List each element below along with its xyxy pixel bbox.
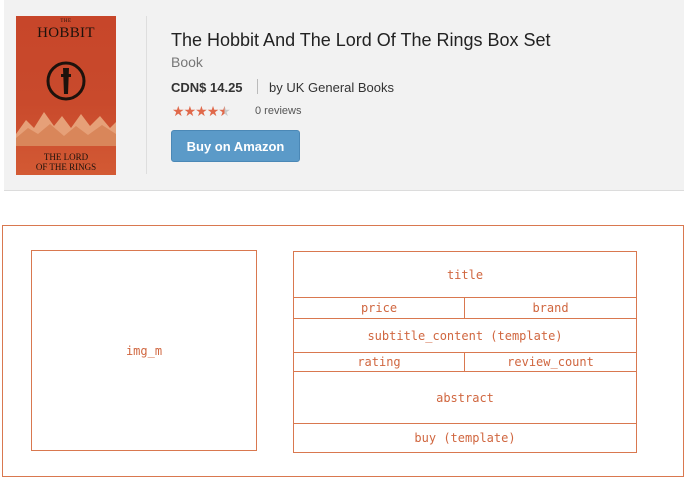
wire-subtitle-slot: subtitle_content (template) bbox=[367, 328, 563, 343]
cover-subtitle-text: THE LORD OF THE RINGS bbox=[35, 152, 97, 172]
wire-price-brand-row: price brand bbox=[294, 298, 636, 319]
review-count[interactable]: 0 reviews bbox=[255, 105, 301, 117]
wire-fields-grid: title price brand subtitle_content (temp… bbox=[293, 251, 637, 453]
star-icon: ★ bbox=[183, 103, 197, 119]
star-icon: ★ bbox=[206, 103, 220, 119]
price-brand-separator bbox=[257, 79, 258, 94]
star-icon: ★ bbox=[195, 103, 208, 119]
book-cover-image[interactable]: THE HOBBIT THE LORD OF THE RINGS bbox=[16, 16, 116, 175]
wire-brand-slot: brand bbox=[532, 301, 569, 315]
wire-price-slot: price bbox=[294, 298, 465, 318]
half-star-icon: ★ bbox=[218, 103, 231, 119]
product-price: CDN$ 14.25 bbox=[171, 80, 243, 95]
wire-buy-row: buy (template) bbox=[294, 424, 636, 452]
star-icon: ★ bbox=[172, 103, 185, 119]
wire-subtitle-row: subtitle_content (template) bbox=[294, 319, 636, 353]
wire-buy-slot: buy (template) bbox=[414, 431, 516, 445]
wire-rating-row: rating review_count bbox=[294, 353, 636, 372]
product-title[interactable]: The Hobbit And The Lord Of The Rings Box… bbox=[171, 30, 551, 51]
wire-title-row: title bbox=[294, 252, 636, 298]
wire-image-slot: img_m bbox=[31, 250, 257, 451]
product-brand: by UK General Books bbox=[269, 80, 395, 95]
wire-abstract-slot: abstract bbox=[436, 390, 494, 405]
rating-stars: ★★★★★ bbox=[172, 103, 231, 119]
template-wireframe: img_m title price brand subtitle_content… bbox=[2, 225, 684, 477]
wire-review-count-slot: review_count bbox=[507, 355, 594, 369]
product-card: THE HOBBIT THE LORD OF THE RINGS The Hob… bbox=[4, 0, 684, 191]
wire-abstract-row: abstract bbox=[294, 372, 636, 424]
vertical-divider bbox=[146, 16, 147, 174]
wire-title-slot: title bbox=[446, 267, 484, 282]
wire-rating-slot: rating bbox=[294, 353, 465, 371]
product-subtitle: Book bbox=[171, 54, 203, 70]
buy-on-amazon-button[interactable]: Buy on Amazon bbox=[171, 130, 300, 162]
